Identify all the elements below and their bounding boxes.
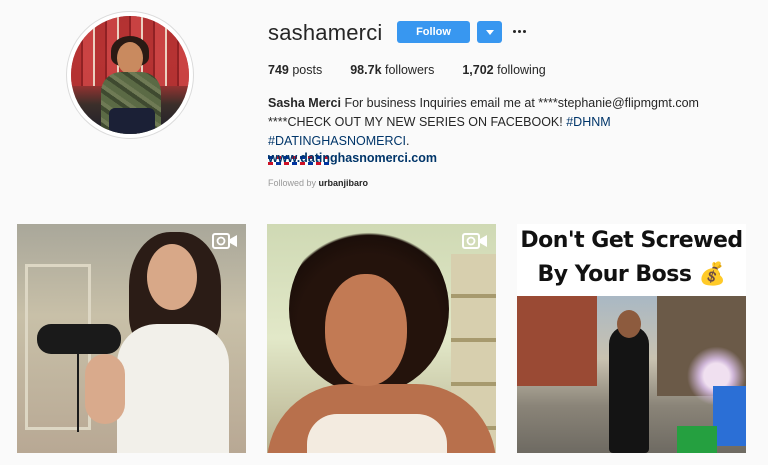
followed-by-user-link[interactable]: urbanjibaro (319, 178, 369, 188)
follow-button[interactable]: Follow (397, 21, 470, 43)
video-camera-icon (462, 233, 487, 249)
post-caption-line: Don't Get Screwed (520, 228, 743, 253)
profile-avatar[interactable] (66, 11, 194, 139)
more-icon (512, 29, 516, 33)
suggestions-dropdown-button[interactable] (477, 21, 502, 43)
more-options-button[interactable] (511, 22, 527, 40)
video-camera-icon (212, 233, 237, 249)
chevron-down-icon (485, 29, 494, 35)
post-thumbnail[interactable] (267, 224, 496, 453)
followed-by-text: Followed by urbanjibaro (268, 178, 369, 188)
profile-stats: 749 posts 98.7k followers 1,702 followin… (268, 63, 574, 77)
post-thumbnail[interactable] (17, 224, 246, 453)
stat-followers[interactable]: 98.7k followers (350, 63, 434, 77)
stat-following[interactable]: 1,702 following (462, 63, 545, 77)
profile-full-name: Sasha Merci (268, 96, 341, 110)
profile-username: sashamerci (268, 20, 383, 45)
post-caption-line: By Your Boss 💰 (537, 262, 726, 287)
stat-posts: 749 posts (268, 63, 323, 77)
hashtag-link[interactable]: #DHNM (566, 115, 610, 129)
post-thumbnail[interactable]: Don't Get Screwed By Your Boss 💰 (517, 224, 746, 453)
avatar-image (71, 16, 189, 134)
profile-website-link[interactable]: www.datinghasnomerci.com (268, 151, 437, 165)
hashtag-link[interactable]: #DATINGHASNOMERCI (268, 134, 406, 148)
